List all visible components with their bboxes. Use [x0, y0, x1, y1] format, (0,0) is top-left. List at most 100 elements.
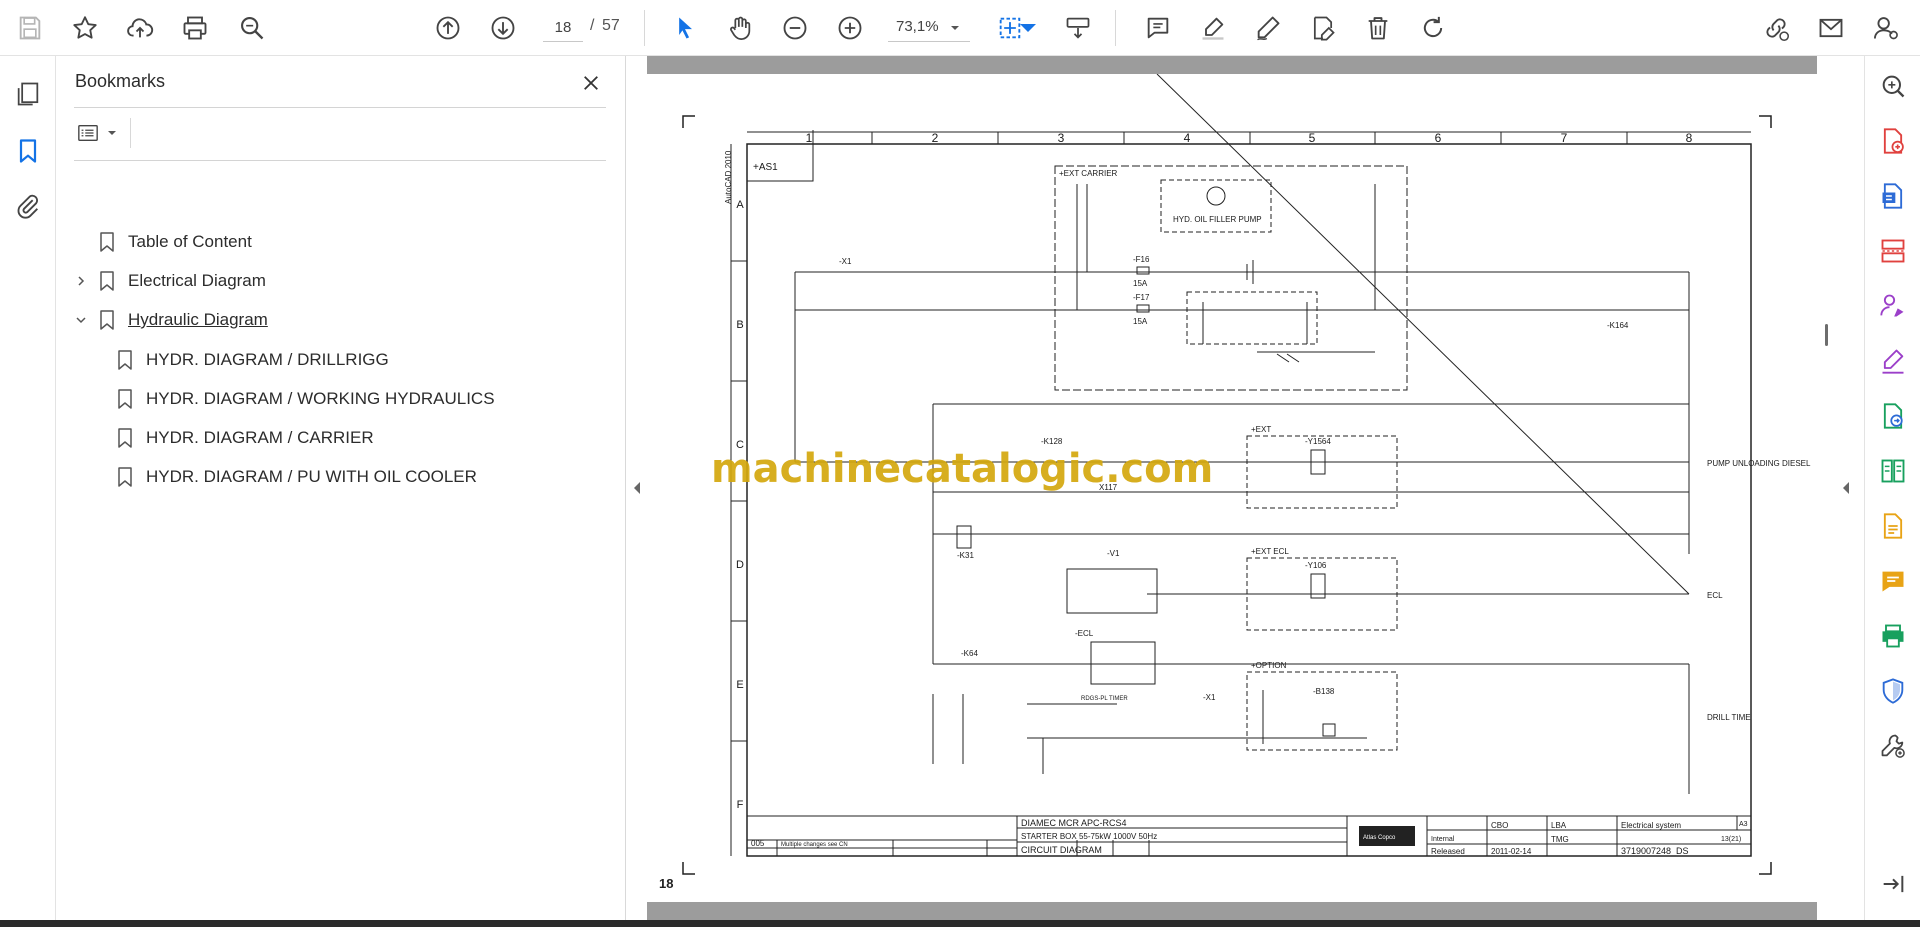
star-icon[interactable]	[65, 8, 105, 48]
share-link-icon[interactable]	[1756, 8, 1796, 48]
pages-thumbnails-icon[interactable]	[8, 74, 48, 114]
bookmark-icon	[100, 271, 114, 291]
bookmark-label: Table of Content	[128, 232, 252, 251]
bookmark-icon	[118, 467, 132, 487]
vertical-scrollbar[interactable]	[1820, 56, 1834, 920]
watermark-text: machinecatalogic.com	[711, 446, 1214, 492]
relay-label: -K64	[961, 649, 978, 658]
status: Released	[1431, 847, 1465, 856]
zoom-search-icon[interactable]	[1873, 66, 1913, 106]
row-letter: F	[737, 799, 744, 811]
bookmark-label: Electrical Diagram	[128, 271, 266, 290]
chevron-down-icon[interactable]	[72, 311, 90, 329]
bookmark-hydraulic-diagram[interactable]: Hydraulic Diagram	[72, 305, 268, 335]
fill-sign-icon[interactable]	[1873, 341, 1913, 381]
send-for-review-icon[interactable]	[1873, 396, 1913, 436]
option-label: +OPTION	[1251, 661, 1287, 670]
col-number: 6	[1435, 131, 1442, 145]
bookmark-options-button[interactable]	[75, 118, 119, 148]
scroll-mode-icon[interactable]	[1058, 8, 1098, 48]
attachments-paperclip-icon[interactable]	[8, 186, 48, 226]
edit-pdf-icon[interactable]	[1873, 506, 1913, 546]
brand-name: Atlas Copco	[1363, 835, 1396, 841]
highlight-pen-icon[interactable]	[1193, 8, 1233, 48]
chevron-down-icon[interactable]	[945, 14, 965, 42]
draw-freehand-icon[interactable]	[1248, 8, 1288, 48]
zoom-out-icon[interactable]	[775, 8, 815, 48]
bookmarks-title: Bookmarks	[75, 71, 166, 91]
circuit-label-pump-unloading: PUMP UNLOADING DIESEL	[1707, 459, 1811, 468]
expand-tools-arrow-icon[interactable]	[1840, 480, 1852, 496]
component-label: -V1	[1107, 549, 1120, 558]
list-options-icon	[78, 124, 98, 142]
select-cursor-icon[interactable]	[665, 8, 705, 48]
col-number: 4	[1184, 131, 1191, 145]
title-type: CIRCUIT DIAGRAM	[1021, 845, 1102, 855]
options-divider	[130, 118, 131, 148]
scrollbar-thumb[interactable]	[1825, 324, 1828, 346]
zoom-in-icon[interactable]	[830, 8, 870, 48]
previous-page-edge	[647, 56, 1817, 74]
owner: TMG	[1551, 835, 1569, 844]
window-bottom-edge	[0, 920, 1920, 927]
document-viewport[interactable]: 1 2 3 4 5 6 7 8 A B C D E F AutoCAD 2010…	[647, 56, 1817, 920]
compare-files-icon[interactable]	[1873, 451, 1913, 491]
add-comment-icon[interactable]	[1873, 561, 1913, 601]
autocad-note: AutoCAD 2010	[724, 150, 733, 204]
chevron-down-icon	[108, 131, 116, 135]
bookmarks-icon[interactable]	[8, 131, 48, 171]
bookmark-table-of-content[interactable]: Table of Content	[72, 227, 252, 257]
sheet-size: A3	[1739, 821, 1748, 828]
trash-icon[interactable]	[1358, 8, 1398, 48]
fuse-label: -F17	[1133, 293, 1150, 302]
save-icon[interactable]	[10, 8, 50, 48]
ext-label: +EXT ECL	[1251, 547, 1289, 556]
mail-icon[interactable]	[1811, 8, 1851, 48]
edit-text-icon[interactable]	[1303, 8, 1343, 48]
print-production-icon[interactable]	[1873, 616, 1913, 656]
protect-shield-icon[interactable]	[1873, 671, 1913, 711]
circuit-label-drill-time: DRILL TIME	[1707, 713, 1751, 722]
page-number-input[interactable]	[543, 14, 583, 42]
page-number-label: 18	[659, 876, 674, 891]
valve-label: -Y106	[1305, 561, 1327, 570]
next-page-icon[interactable]	[483, 8, 523, 48]
bookmark-label: HYDR. DIAGRAM / PU WITH OIL COOLER	[146, 467, 477, 486]
close-icon[interactable]	[576, 68, 606, 98]
more-tools-icon[interactable]	[1873, 726, 1913, 766]
chevron-down-icon[interactable]	[1018, 8, 1038, 48]
request-signature-icon[interactable]	[1873, 286, 1913, 326]
create-pdf-icon[interactable]	[1873, 121, 1913, 161]
carrier-box-label: +EXT CARRIER	[1059, 169, 1118, 178]
redo-rotate-icon[interactable]	[1413, 8, 1453, 48]
ref-block-label: +AS1	[753, 162, 778, 173]
bookmark-electrical-diagram[interactable]: Electrical Diagram	[72, 266, 266, 296]
bookmark-hydr-working-hydraulics[interactable]: HYDR. DIAGRAM / WORKING HYDRAULICS	[116, 384, 495, 414]
bookmark-icon	[118, 389, 132, 409]
comment-icon[interactable]	[1138, 8, 1178, 48]
drawn-by: CBO	[1491, 821, 1508, 830]
col-number: 1	[806, 131, 813, 145]
pdf-page[interactable]: 1 2 3 4 5 6 7 8 A B C D E F AutoCAD 2010…	[647, 73, 1817, 902]
search-zoom-icon[interactable]	[232, 8, 272, 48]
organize-pages-icon[interactable]	[1873, 231, 1913, 271]
page-separator: /	[590, 17, 595, 34]
bookmark-hydr-drillrigg[interactable]: HYDR. DIAGRAM / DRILLRIGG	[116, 345, 389, 375]
bookmark-hydr-carrier[interactable]: HYDR. DIAGRAM / CARRIER	[116, 423, 374, 453]
relay-label: -K128	[1041, 437, 1063, 446]
bookmark-hydr-pu-oil-cooler[interactable]: HYDR. DIAGRAM / PU WITH OIL COOLER	[116, 462, 477, 492]
component-label: -ECL	[1075, 629, 1094, 638]
next-page-edge	[647, 902, 1817, 920]
previous-page-icon[interactable]	[428, 8, 468, 48]
hand-tool-icon[interactable]	[720, 8, 760, 48]
cloud-upload-icon[interactable]	[120, 8, 160, 48]
toolbar-divider	[644, 10, 645, 46]
print-icon[interactable]	[175, 8, 215, 48]
chevron-right-icon[interactable]	[72, 272, 90, 290]
export-pdf-icon[interactable]	[1873, 176, 1913, 216]
toolbar-divider	[1115, 10, 1116, 46]
collapse-rail-icon[interactable]	[1873, 864, 1913, 904]
collapse-panel-arrow-icon[interactable]	[631, 480, 643, 496]
valve-label: -Y1564	[1305, 437, 1331, 446]
account-icon[interactable]	[1866, 8, 1906, 48]
